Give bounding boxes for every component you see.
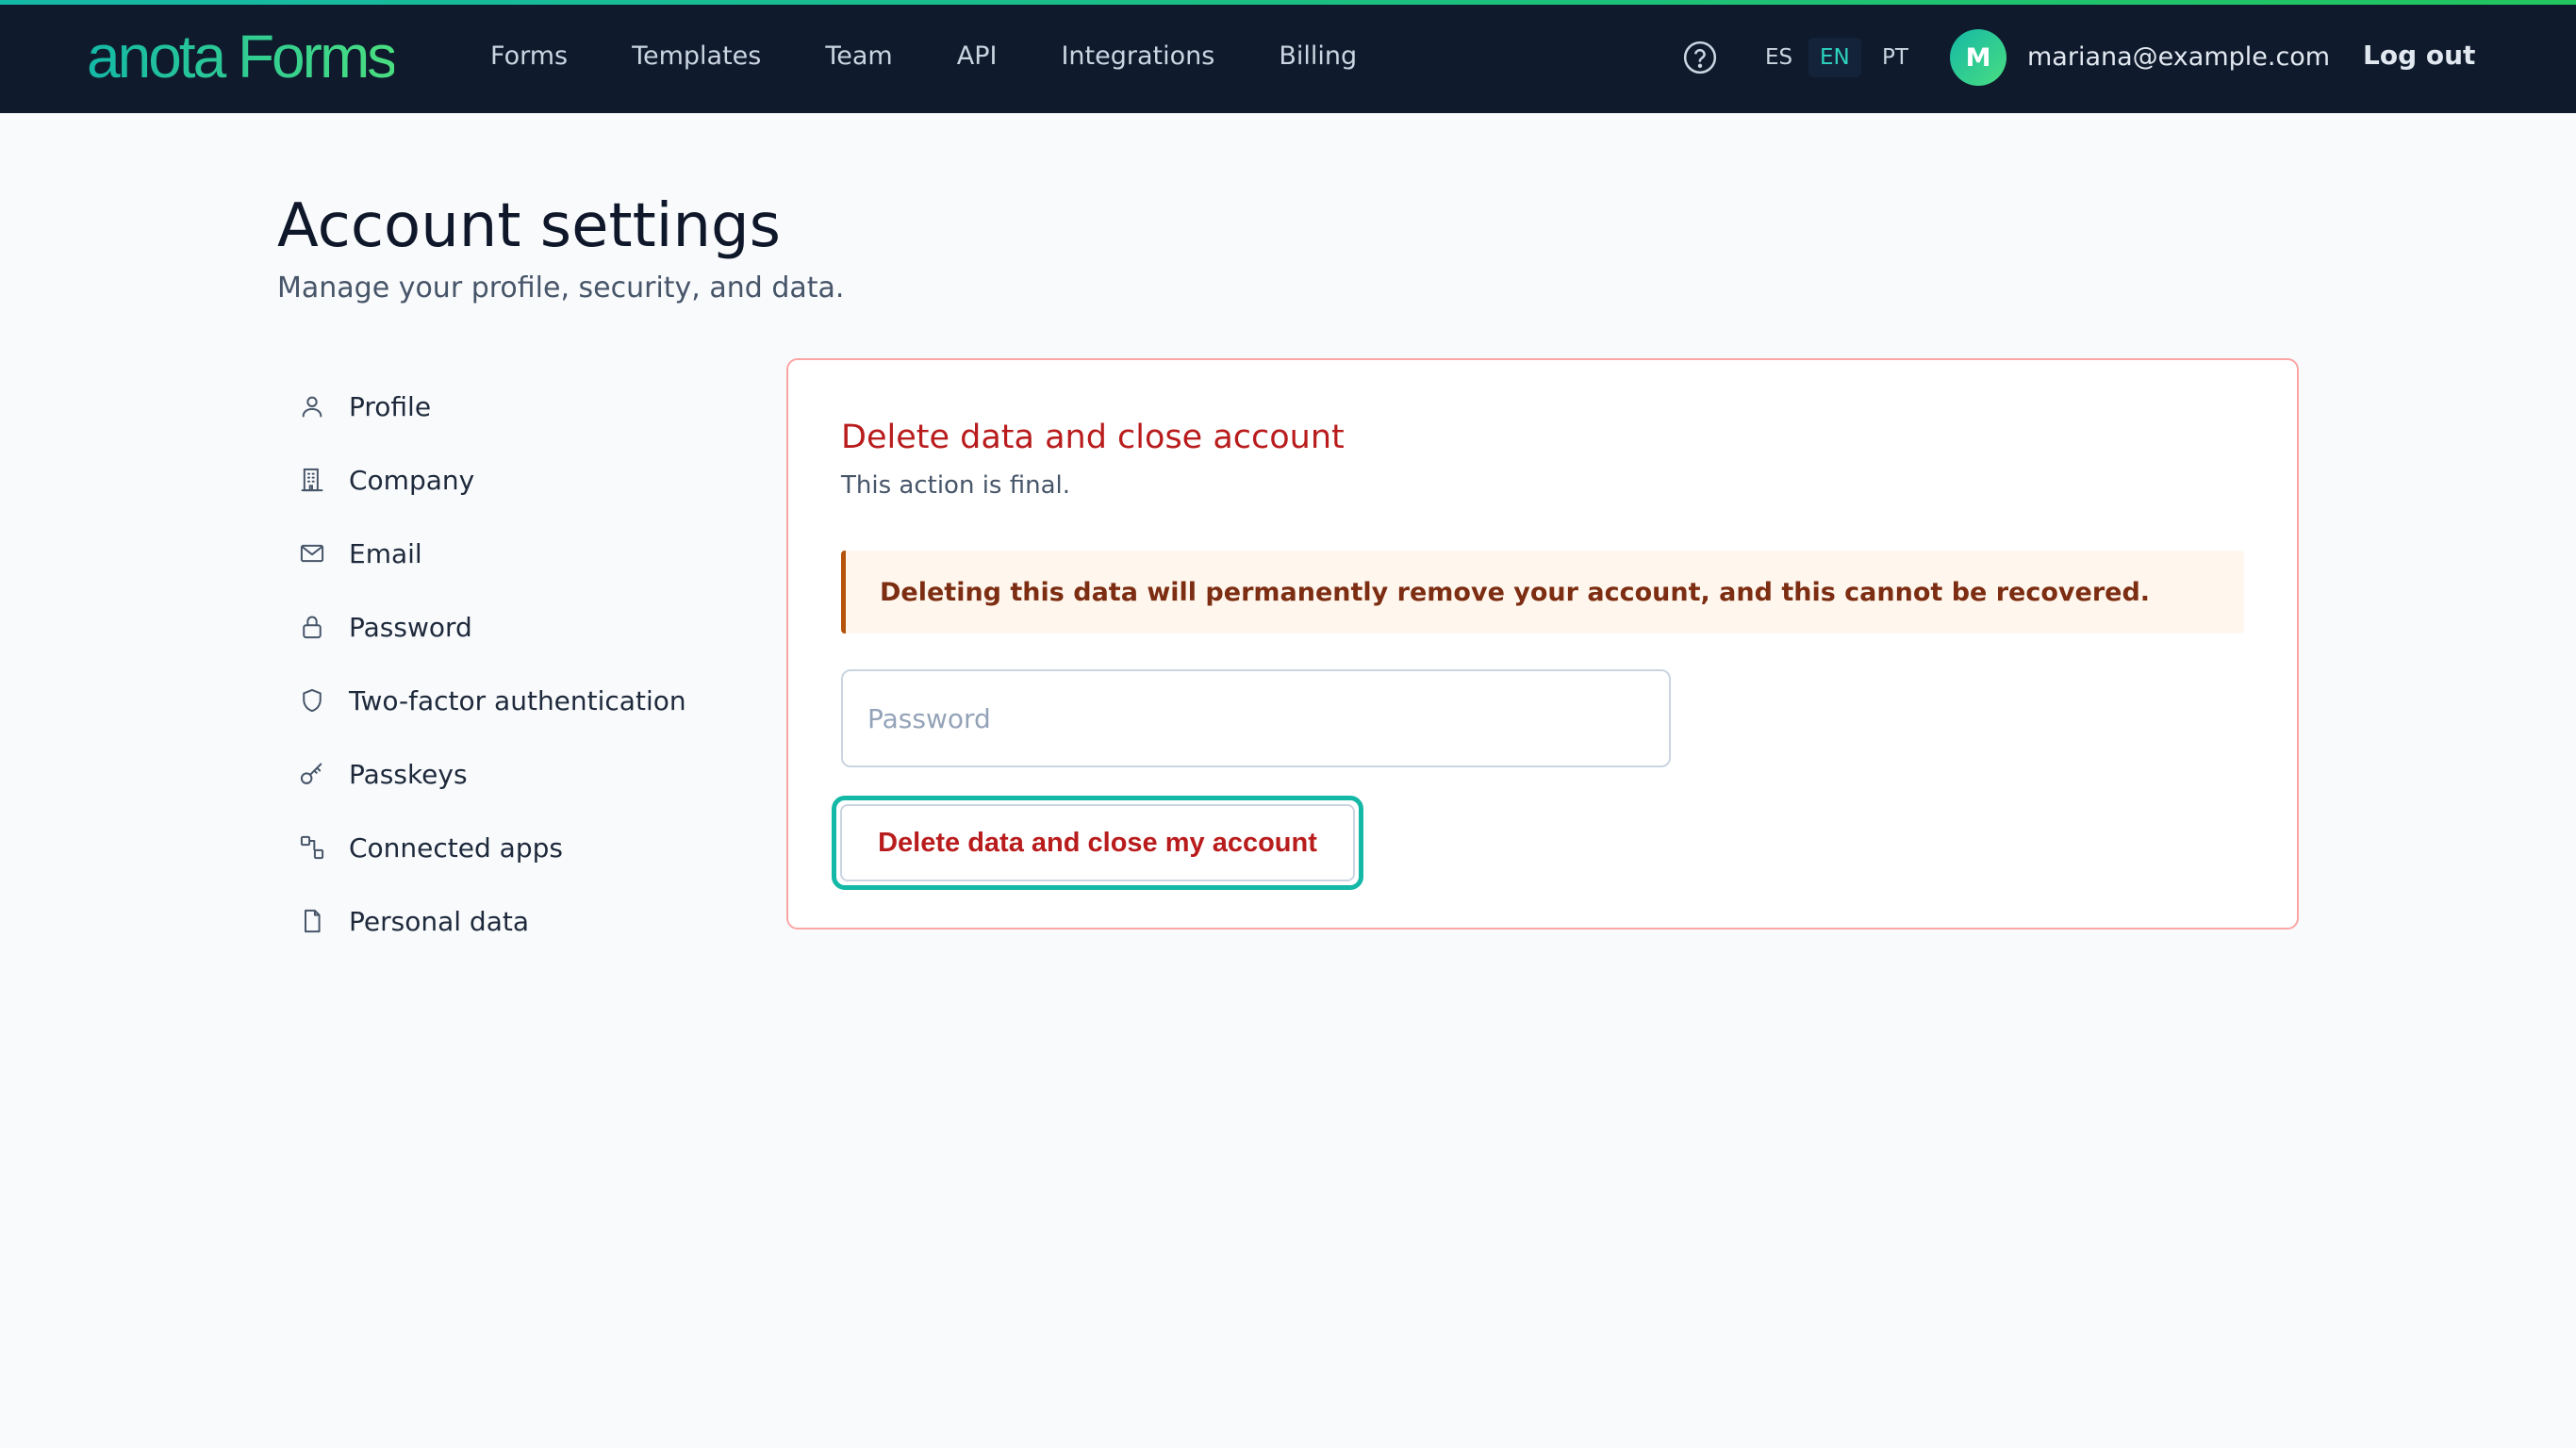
- delete-account-button[interactable]: Delete data and close my account: [840, 804, 1355, 881]
- top-navigation-bar: anota Forms Forms Templates Team API Int…: [0, 0, 2576, 113]
- sidebar-item-email[interactable]: Email: [296, 517, 686, 590]
- logout-button[interactable]: Log out: [2363, 40, 2475, 72]
- sidebar-item-passkeys[interactable]: Passkeys: [296, 737, 686, 811]
- user-email[interactable]: mariana@example.com: [2027, 41, 2330, 74]
- sidebar-item-profile[interactable]: Profile: [296, 370, 686, 443]
- sidebar-item-label: Connected apps: [349, 831, 563, 864]
- key-icon: [296, 758, 328, 790]
- mail-icon: [296, 537, 328, 569]
- nav-item-api[interactable]: API: [957, 41, 998, 72]
- sidebar-item-company[interactable]: Company: [296, 443, 686, 517]
- sidebar-item-label: Profile: [349, 390, 432, 422]
- warning-text: Deleting this data will permanently remo…: [880, 577, 2151, 607]
- sidebar-item-label: Password: [349, 611, 472, 643]
- lock-icon: [296, 611, 328, 643]
- focus-ring: Delete data and close my account: [832, 796, 1363, 890]
- app-logo[interactable]: anota Forms: [87, 23, 397, 90]
- nav-item-billing[interactable]: Billing: [1279, 41, 1357, 72]
- sidebar-item-password[interactable]: Password: [296, 590, 686, 664]
- help-circle-icon[interactable]: [1682, 40, 1718, 75]
- link-icon: [296, 831, 328, 864]
- sidebar-item-label: Personal data: [349, 905, 529, 937]
- language-pt[interactable]: PT: [1871, 38, 1920, 77]
- page-subtitle: Manage your profile, security, and data.: [277, 272, 845, 304]
- page-title: Account settings: [277, 191, 781, 261]
- language-en[interactable]: EN: [1808, 38, 1861, 77]
- user-icon: [296, 390, 328, 422]
- password-field[interactable]: [841, 669, 1671, 767]
- sidebar-item-connected-apps[interactable]: Connected apps: [296, 811, 686, 884]
- settings-sidebar: Profile Company Email Password Two-facto…: [296, 370, 686, 958]
- shield-icon: [296, 684, 328, 716]
- nav-item-integrations[interactable]: Integrations: [1061, 41, 1214, 72]
- nav-item-templates[interactable]: Templates: [632, 41, 761, 72]
- delete-account-card: Delete data and close account This actio…: [786, 358, 2299, 930]
- main-nav: Forms Templates Team API Integrations Bi…: [490, 0, 1421, 113]
- card-description: This action is final.: [841, 471, 1071, 500]
- building-icon: [296, 464, 328, 496]
- nav-item-team[interactable]: Team: [825, 41, 892, 72]
- sidebar-item-personal-data[interactable]: Personal data: [296, 884, 686, 958]
- nav-item-forms[interactable]: Forms: [490, 41, 568, 72]
- sidebar-item-label: Company: [349, 464, 475, 496]
- sidebar-item-label: Email: [349, 537, 422, 569]
- sidebar-item-label: Two-factor authentication: [349, 684, 686, 716]
- sidebar-item-label: Passkeys: [349, 758, 468, 790]
- file-icon: [296, 905, 328, 937]
- language-es[interactable]: ES: [1754, 38, 1804, 77]
- warning-callout: Deleting this data will permanently remo…: [841, 551, 2244, 634]
- card-title: Delete data and close account: [841, 419, 1345, 456]
- sidebar-item-two-factor[interactable]: Two-factor authentication: [296, 664, 686, 737]
- avatar[interactable]: M: [1950, 29, 2006, 86]
